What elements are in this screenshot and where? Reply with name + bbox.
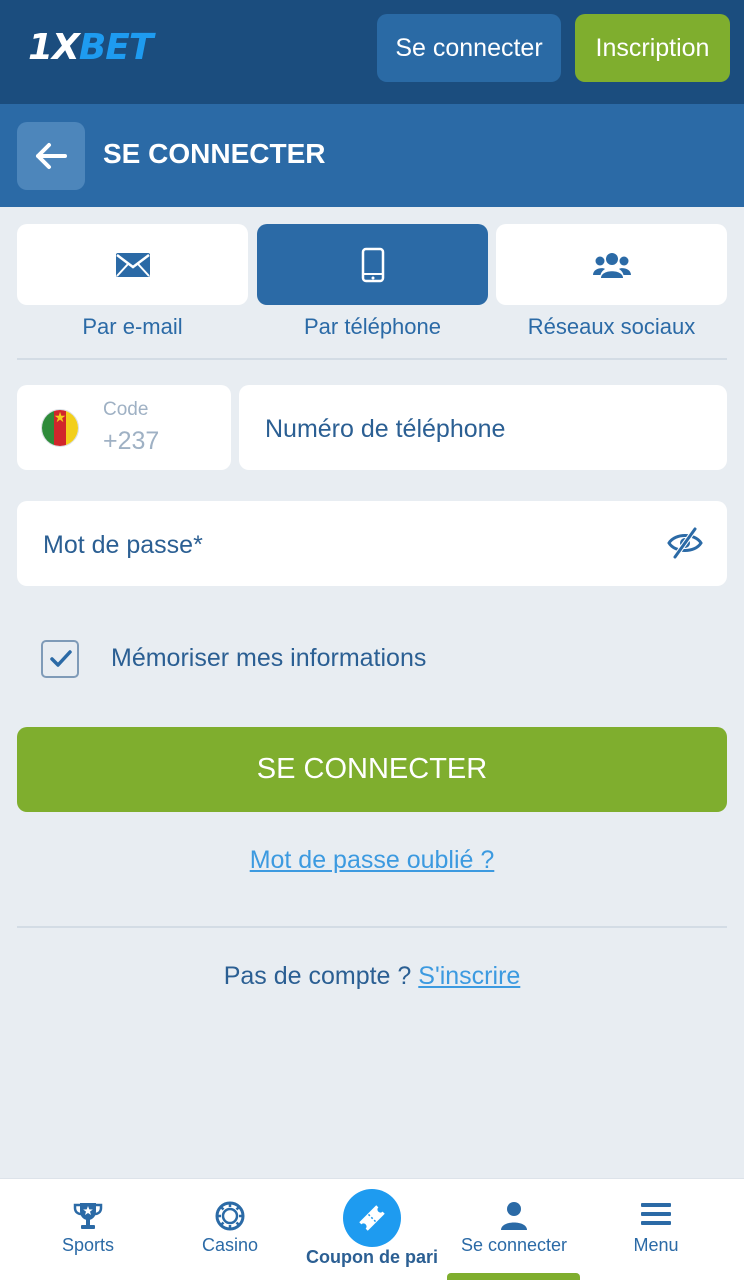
- bottom-nav: Sports Casino Coupon de pari Se connecte…: [0, 1178, 744, 1280]
- no-account-text: Pas de compte ?: [223, 962, 412, 990]
- envelope-icon: [115, 252, 150, 277]
- nav-casino-label: Casino: [201, 1235, 259, 1255]
- page-header: SE CONNECTER: [0, 104, 744, 207]
- ticket-icon: [359, 1205, 385, 1231]
- tab-phone[interactable]: [257, 224, 488, 305]
- page-title: SE CONNECTER: [103, 138, 326, 169]
- logo-prefix: 1X: [28, 27, 80, 68]
- phone-number-placeholder: Numéro de téléphone: [265, 415, 506, 443]
- cameroon-flag-icon: ★: [41, 409, 79, 447]
- top-bar: 1XBET Se connecter Inscription: [0, 0, 744, 104]
- forgot-password-link[interactable]: Mot de passe oublié ?: [0, 846, 744, 875]
- tab-social-label: Réseaux sociaux: [527, 314, 696, 339]
- nav-active-indicator: [447, 1273, 580, 1280]
- arrow-left-icon: [36, 143, 67, 169]
- nav-coupon[interactable]: [343, 1189, 401, 1247]
- country-code-value: +237: [103, 427, 160, 455]
- nav-casino[interactable]: Casino: [158, 1179, 302, 1280]
- tab-phone-label: Par téléphone: [304, 314, 441, 339]
- nav-sports-label: Sports: [61, 1235, 115, 1255]
- smartphone-icon: [361, 247, 384, 282]
- signup-link[interactable]: S'inscrire: [418, 962, 520, 990]
- trophy-icon: [73, 1203, 103, 1229]
- remember-checkbox[interactable]: [41, 640, 79, 678]
- nav-coupon-label: Coupon de pari: [306, 1247, 438, 1267]
- country-code-label: Code: [103, 399, 149, 420]
- nav-menu[interactable]: Menu: [584, 1179, 728, 1280]
- submit-login-button[interactable]: SE CONNECTER: [17, 727, 727, 812]
- tab-email-label: Par e-mail: [82, 314, 183, 339]
- casino-chip-icon: [215, 1201, 245, 1231]
- header-register-button[interactable]: Inscription: [575, 14, 730, 82]
- no-account-row: Pas de compte ? S'inscrire: [0, 962, 744, 991]
- logo-suffix: BET: [78, 27, 154, 68]
- header-login-button[interactable]: Se connecter: [377, 14, 561, 82]
- password-placeholder: Mot de passe*: [43, 531, 203, 559]
- hamburger-icon: [641, 1203, 671, 1225]
- tab-email[interactable]: [17, 224, 248, 305]
- nav-login-label: Se connecter: [460, 1235, 568, 1255]
- password-input[interactable]: Mot de passe*: [17, 501, 727, 586]
- tab-social[interactable]: [496, 224, 727, 305]
- phone-number-input[interactable]: Numéro de téléphone: [239, 385, 727, 470]
- users-icon: [592, 252, 631, 278]
- eye-slash-icon[interactable]: [667, 527, 703, 559]
- divider: [17, 358, 727, 360]
- brand-logo[interactable]: 1XBET: [28, 27, 154, 68]
- divider: [17, 926, 727, 928]
- back-button[interactable]: [17, 122, 85, 190]
- country-code-select[interactable]: ★ Code +237: [17, 385, 231, 470]
- nav-menu-label: Menu: [633, 1235, 679, 1255]
- nav-login[interactable]: Se connecter: [442, 1179, 586, 1280]
- remember-label[interactable]: Mémoriser mes informations: [111, 644, 426, 673]
- checkmark-icon: [50, 650, 72, 667]
- user-icon: [501, 1202, 527, 1230]
- nav-sports[interactable]: Sports: [16, 1179, 160, 1280]
